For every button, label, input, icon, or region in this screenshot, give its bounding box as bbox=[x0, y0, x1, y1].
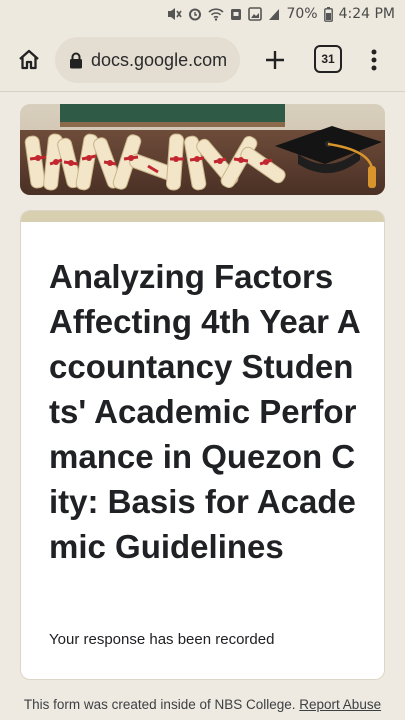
form-header-image bbox=[20, 104, 385, 195]
battery-percent: 70% bbox=[286, 6, 318, 22]
browser-menu-button[interactable] bbox=[362, 43, 386, 77]
battery-icon bbox=[323, 6, 333, 22]
status-bar: 70% 4:24 PM bbox=[0, 0, 405, 28]
footer-text: This form was created inside of NBS Coll… bbox=[23, 697, 296, 712]
gallery-icon bbox=[248, 7, 263, 21]
confirmation-message: Your response has been recorded bbox=[49, 631, 275, 648]
form-title: Analyzing Factors Affecting 4th Year Acc… bbox=[49, 258, 361, 565]
new-tab-button[interactable] bbox=[258, 43, 292, 77]
form-footer: This form was created inside of NBS Coll… bbox=[0, 696, 405, 714]
home-button[interactable] bbox=[12, 43, 46, 77]
report-abuse-link[interactable]: Report Abuse bbox=[299, 697, 381, 712]
tab-count: 31 bbox=[321, 52, 335, 66]
alarm-icon bbox=[188, 7, 202, 21]
lock-icon bbox=[70, 52, 82, 68]
browser-toolbar: docs.google.com 31 bbox=[0, 28, 405, 92]
form-card: Analyzing Factors Affecting 4th Year Acc… bbox=[20, 210, 385, 680]
url-text: docs.google.com bbox=[91, 49, 228, 70]
address-bar[interactable]: docs.google.com bbox=[55, 37, 240, 83]
clock: 4:24 PM bbox=[338, 6, 395, 22]
mute-icon bbox=[166, 7, 183, 21]
card-accent-bar bbox=[21, 211, 384, 222]
more-vert-icon bbox=[371, 49, 377, 71]
tab-switcher-button[interactable]: 31 bbox=[314, 45, 342, 73]
signal-icon bbox=[268, 8, 280, 21]
home-icon bbox=[19, 49, 39, 70]
wifi-icon bbox=[208, 7, 225, 21]
plus-icon bbox=[266, 51, 284, 69]
notification-icon bbox=[230, 7, 242, 21]
